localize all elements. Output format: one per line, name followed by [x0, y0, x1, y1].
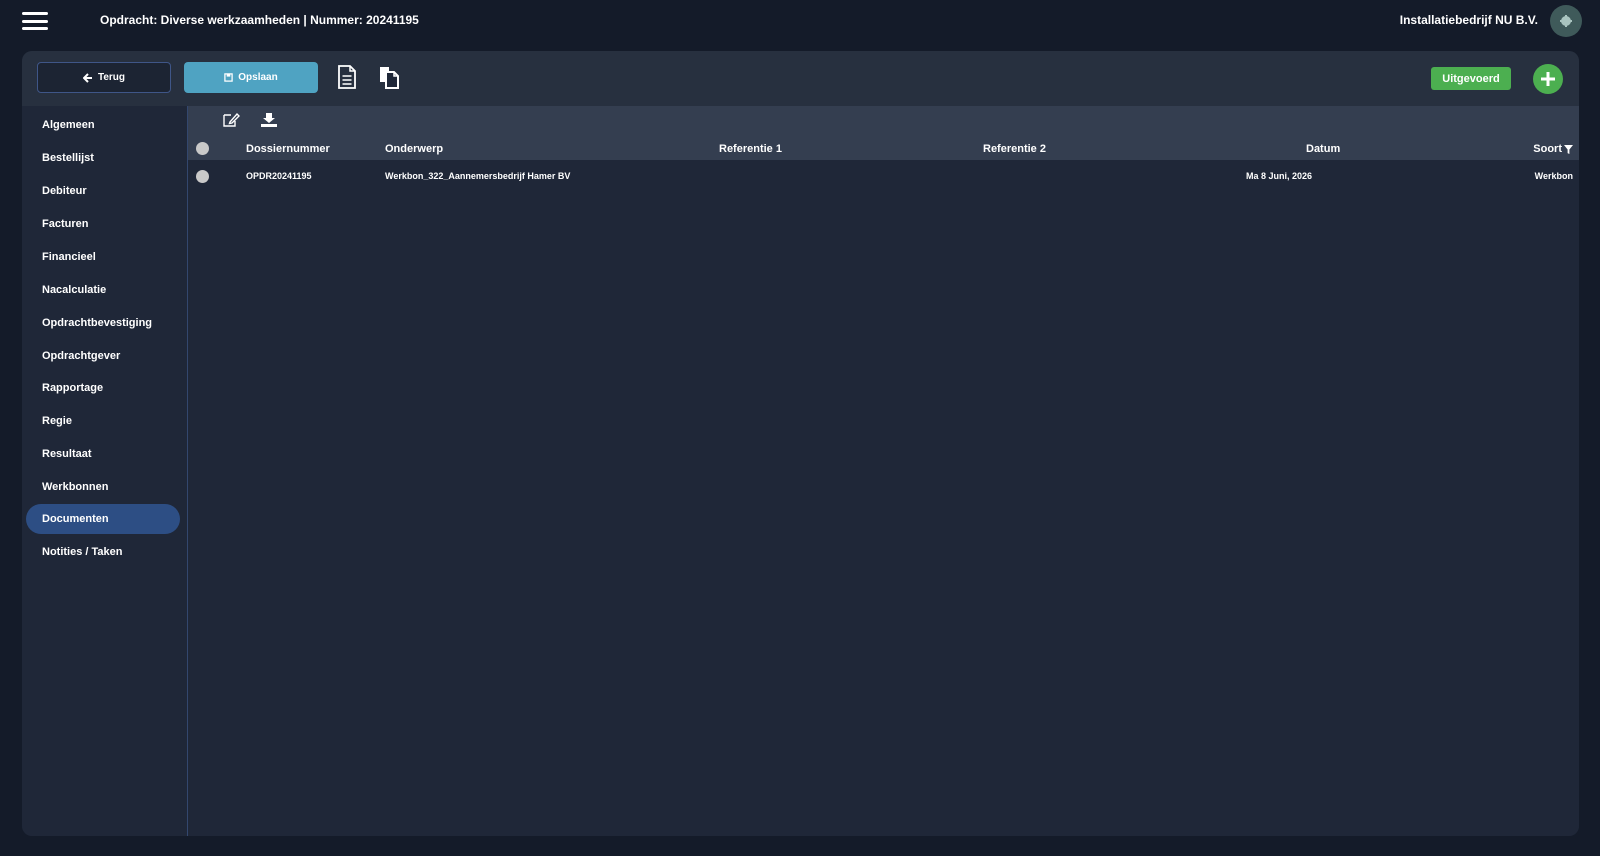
sidebar-item-bestellijst[interactable]: Bestellijst: [26, 143, 180, 173]
sidebar-item-label: Werkbonnen: [42, 481, 109, 493]
sidebar-item-label: Algemeen: [42, 119, 95, 131]
sidebar-item-label: Opdrachtbevestiging: [42, 317, 153, 329]
sidebar-item-label: Documenten: [42, 513, 109, 525]
row-select-radio[interactable]: [196, 170, 209, 183]
sidebar-item-label: Bestellijst: [42, 152, 94, 164]
toolbar: Terug Opslaan Uitgevoerd: [22, 51, 1579, 106]
sidebar-item-algemeen[interactable]: Algemeen: [26, 110, 180, 140]
sidebar-item-label: Financieel: [42, 251, 96, 263]
sidebar: Algemeen Bestellijst Debiteur Facturen F…: [22, 106, 188, 836]
cell-datum: Ma 8 Juni, 2026: [1246, 171, 1313, 181]
column-soort-label: Soort: [1533, 143, 1562, 155]
main-panel: Terug Opslaan Uitgevoerd Algemeen Bestel…: [22, 51, 1579, 836]
sidebar-item-resultaat[interactable]: Resultaat: [26, 439, 180, 469]
sidebar-item-label: Facturen: [42, 218, 89, 230]
sidebar-item-label: Resultaat: [42, 448, 92, 460]
column-soort[interactable]: Soort: [1533, 143, 1573, 155]
status-button-uitgevoerd[interactable]: Uitgevoerd: [1431, 67, 1511, 90]
sidebar-item-opdrachtbevestiging[interactable]: Opdrachtbevestiging: [26, 308, 180, 338]
copy-document-icon[interactable]: [378, 65, 400, 89]
page-title: Opdracht: Diverse werkzaamheden | Nummer…: [100, 13, 419, 27]
arrow-left-icon: [82, 72, 92, 83]
sidebar-item-label: Notities / Taken: [42, 546, 123, 558]
cell-soort: Werkbon: [1534, 171, 1573, 181]
sidebar-item-nacalculatie[interactable]: Nacalculatie: [26, 275, 180, 305]
sidebar-item-financieel[interactable]: Financieel: [26, 242, 180, 272]
sidebar-item-rapportage[interactable]: Rapportage: [26, 373, 180, 403]
sidebar-item-label: Nacalculatie: [42, 284, 107, 296]
plus-icon: [1541, 72, 1555, 86]
sidebar-item-regie[interactable]: Regie: [26, 406, 180, 436]
cell-dossiernummer: OPDR20241195: [246, 171, 312, 181]
edit-icon[interactable]: [222, 112, 240, 128]
column-onderwerp[interactable]: Onderwerp: [385, 143, 443, 155]
column-referentie-2[interactable]: Referentie 2: [983, 143, 1046, 155]
cell-onderwerp: Werkbon_322_Aannemersbedrijf Hamer BV: [385, 171, 571, 181]
select-all-radio[interactable]: [196, 142, 209, 155]
company-name: Installatiebedrijf NU B.V.: [1399, 13, 1538, 27]
save-button-label: Opslaan: [238, 72, 278, 83]
menu-icon[interactable]: [22, 12, 48, 30]
sidebar-item-notities-taken[interactable]: Notities / Taken: [26, 537, 180, 567]
user-icon: [1560, 15, 1572, 27]
back-button[interactable]: Terug: [37, 62, 171, 93]
document-icon[interactable]: [336, 65, 358, 89]
add-button[interactable]: [1533, 64, 1563, 94]
sidebar-item-label: Regie: [42, 415, 72, 427]
back-button-label: Terug: [97, 72, 126, 83]
documents-content: Dossiernummer Onderwerp Referentie 1 Ref…: [188, 106, 1579, 836]
sidebar-item-label: Opdrachtgever: [42, 350, 121, 362]
avatar[interactable]: [1550, 5, 1582, 37]
sidebar-item-werkbonnen[interactable]: Werkbonnen: [26, 472, 180, 502]
sidebar-item-label: Rapportage: [42, 382, 104, 394]
sidebar-item-label: Debiteur: [42, 185, 87, 197]
table-row[interactable]: OPDR20241195 Werkbon_322_Aannemersbedrij…: [188, 163, 1579, 191]
sidebar-item-debiteur[interactable]: Debiteur: [26, 176, 180, 206]
sidebar-item-documenten[interactable]: Documenten: [26, 504, 180, 534]
sidebar-item-opdrachtgever[interactable]: Opdrachtgever: [26, 341, 180, 371]
column-datum[interactable]: Datum: [1306, 143, 1340, 155]
download-icon[interactable]: [260, 112, 278, 128]
floppy-disk-icon: [224, 73, 233, 82]
table-header: Dossiernummer Onderwerp Referentie 1 Ref…: [188, 106, 1579, 160]
save-button[interactable]: Opslaan: [184, 62, 318, 93]
column-dossiernummer[interactable]: Dossiernummer: [246, 143, 330, 155]
filter-icon[interactable]: [1564, 144, 1573, 154]
top-bar: Opdracht: Diverse werkzaamheden | Nummer…: [0, 0, 1600, 42]
sidebar-item-facturen[interactable]: Facturen: [26, 209, 180, 239]
column-referentie-1[interactable]: Referentie 1: [719, 143, 782, 155]
